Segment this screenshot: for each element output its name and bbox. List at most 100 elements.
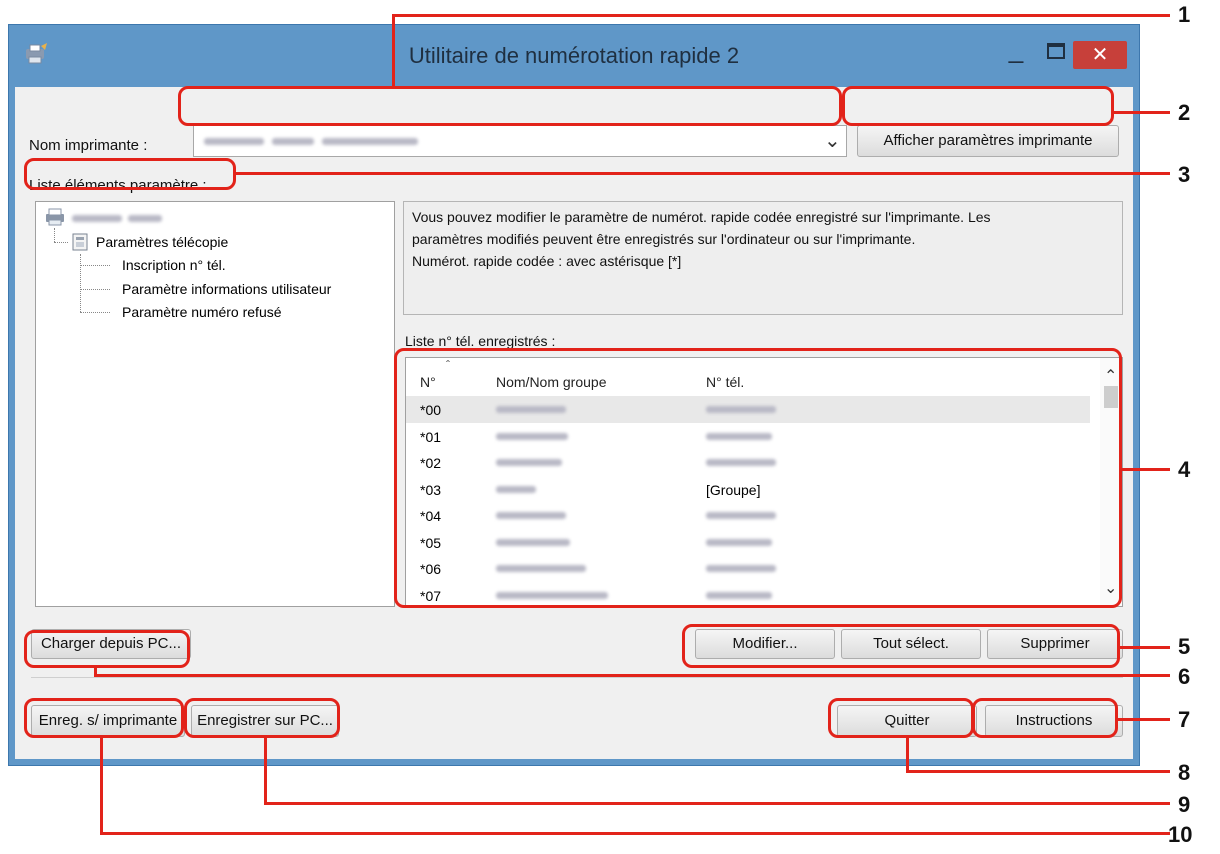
table-row[interactable]: *04: [406, 502, 1090, 529]
instructions-button[interactable]: Instructions: [985, 705, 1123, 737]
description-box: Vous pouvez modifier le paramètre de num…: [403, 201, 1123, 315]
printer-model-redacted: [322, 138, 418, 145]
title-bar[interactable]: Utilitaire de numérotation rapide 2 _ ✕: [9, 25, 1139, 85]
cell-tel-redacted: [706, 512, 776, 519]
separator: [31, 677, 1123, 678]
callout-number-2: 2: [1178, 100, 1191, 125]
printer-node-redacted: [128, 215, 162, 222]
registered-numbers-list[interactable]: ˆ N° Nom/Nom groupe N° tél. *00 *01 *02 *03…: [405, 357, 1123, 607]
tree-line: [80, 254, 81, 312]
cell-tel-redacted: [706, 591, 772, 599]
callout-line-8: [906, 770, 1170, 773]
vertical-scrollbar[interactable]: ⌃ ⌄: [1100, 358, 1122, 606]
table-row[interactable]: *01: [406, 423, 1090, 450]
column-header-no[interactable]: N°: [420, 374, 436, 390]
callout-line-10: [100, 738, 103, 834]
tree-node-register-tel[interactable]: Inscription n° tél.: [122, 257, 226, 273]
callout-number-4: 4: [1178, 457, 1191, 482]
cell-no: *00: [420, 402, 442, 418]
tree-node-rejected-number[interactable]: Paramètre numéro refusé: [122, 304, 282, 320]
callout-line-1: [392, 14, 395, 88]
cell-tel-redacted: [706, 406, 776, 413]
settings-tree: Paramètres télécopie Inscription n° tél.…: [35, 201, 395, 607]
description-line: Vous pouvez modifier le paramètre de num…: [412, 209, 991, 225]
cell-tel-redacted: [706, 565, 776, 572]
tree-line: [54, 242, 68, 243]
cell-name-redacted: [496, 406, 566, 413]
cell-no: *03: [420, 481, 442, 498]
table-row[interactable]: *05: [406, 529, 1090, 556]
callout-line-9: [264, 738, 267, 804]
tree-node-user-info[interactable]: Paramètre informations utilisateur: [122, 281, 331, 297]
callout-number-5: 5: [1178, 634, 1191, 659]
printer-model-redacted: [204, 138, 264, 145]
cell-no: *06: [420, 561, 442, 577]
close-icon[interactable]: ✕: [1073, 41, 1127, 69]
edit-button[interactable]: Modifier...: [695, 629, 835, 659]
printer-icon: [44, 208, 66, 231]
cell-tel-redacted: [706, 432, 772, 440]
cell-no: *07: [420, 587, 442, 604]
callout-number-9: 9: [1178, 792, 1191, 817]
save-to-pc-button[interactable]: Enregistrer sur PC...: [191, 705, 339, 737]
table-row[interactable]: *00: [406, 396, 1090, 423]
callout-line-2: [1114, 111, 1170, 114]
tree-line: [80, 289, 110, 290]
chevron-down-icon[interactable]: ⌄: [824, 128, 841, 153]
scroll-down-icon[interactable]: ⌄: [1104, 578, 1117, 598]
scroll-up-icon[interactable]: ⌃: [1104, 366, 1117, 386]
tree-node-fax-settings[interactable]: Paramètres télécopie: [96, 234, 228, 250]
cell-tel-redacted: [706, 538, 772, 546]
callout-line-1: [392, 14, 1170, 17]
tree-line: [80, 265, 110, 266]
callout-line-3: [236, 172, 1170, 175]
callout-number-1: 1: [1178, 2, 1191, 27]
cell-name-redacted: [496, 565, 586, 572]
show-printer-settings-button[interactable]: Afficher paramètres imprimante: [857, 125, 1119, 157]
callout-line-6: [94, 674, 1170, 677]
delete-button[interactable]: Supprimer: [987, 629, 1123, 659]
callout-line-4: [1122, 468, 1170, 471]
cell-name-redacted: [496, 432, 568, 440]
dialog-client-area: Nom imprimante : ⌄ Afficher paramètres i…: [15, 87, 1133, 759]
window-title: Utilitaire de numérotation rapide 2: [408, 43, 740, 68]
cell-no: *05: [420, 534, 442, 551]
table-row[interactable]: *06: [406, 555, 1090, 582]
tree-line: [80, 312, 110, 313]
callout-line-7: [1118, 718, 1170, 721]
cell-name-redacted: [496, 512, 566, 519]
registered-list-label: Liste n° tél. enregistrés :: [405, 333, 556, 349]
cell-name-redacted: [496, 591, 608, 599]
printer-model-redacted: [272, 138, 314, 145]
column-header-name[interactable]: Nom/Nom groupe: [496, 374, 607, 390]
callout-number-6: 6: [1178, 664, 1191, 689]
maximize-icon[interactable]: [1047, 43, 1065, 59]
quit-button[interactable]: Quitter: [837, 705, 977, 737]
save-to-printer-button[interactable]: Enreg. s/ imprimante: [31, 705, 185, 737]
callout-line-10: [100, 832, 1170, 835]
callout-line-5: [1120, 646, 1170, 649]
cell-no: *02: [420, 455, 442, 471]
select-all-button[interactable]: Tout sélect.: [841, 629, 981, 659]
printer-select[interactable]: ⌄: [193, 125, 847, 157]
load-from-pc-button[interactable]: Charger depuis PC...: [31, 629, 191, 659]
list-rows: *00 *01 *02 *03 [Groupe] *04 *05 *06 *07: [406, 396, 1096, 607]
settings-list-label: Liste éléments paramètre :: [29, 177, 207, 194]
callout-number-7: 7: [1178, 707, 1191, 732]
app-window: Utilitaire de numérotation rapide 2 _ ✕ …: [8, 24, 1140, 766]
column-header-tel[interactable]: N° tél.: [706, 374, 744, 390]
cell-tel-redacted: [706, 459, 776, 466]
minimize-icon[interactable]: _: [1005, 36, 1027, 65]
callout-number-10: 10: [1168, 822, 1193, 847]
tree-line: [54, 228, 55, 242]
table-row[interactable]: *07: [406, 582, 1090, 607]
printer-node-redacted[interactable]: [72, 215, 122, 222]
callout-number-8: 8: [1178, 760, 1191, 785]
cell-name-redacted: [496, 459, 562, 466]
scrollbar-thumb[interactable]: [1104, 386, 1118, 408]
table-row[interactable]: *02: [406, 449, 1090, 476]
table-row[interactable]: *03 [Groupe]: [406, 476, 1090, 503]
cell-tel: [Groupe]: [706, 481, 761, 498]
callout-line-8: [906, 738, 909, 772]
cell-name-redacted: [496, 485, 536, 493]
